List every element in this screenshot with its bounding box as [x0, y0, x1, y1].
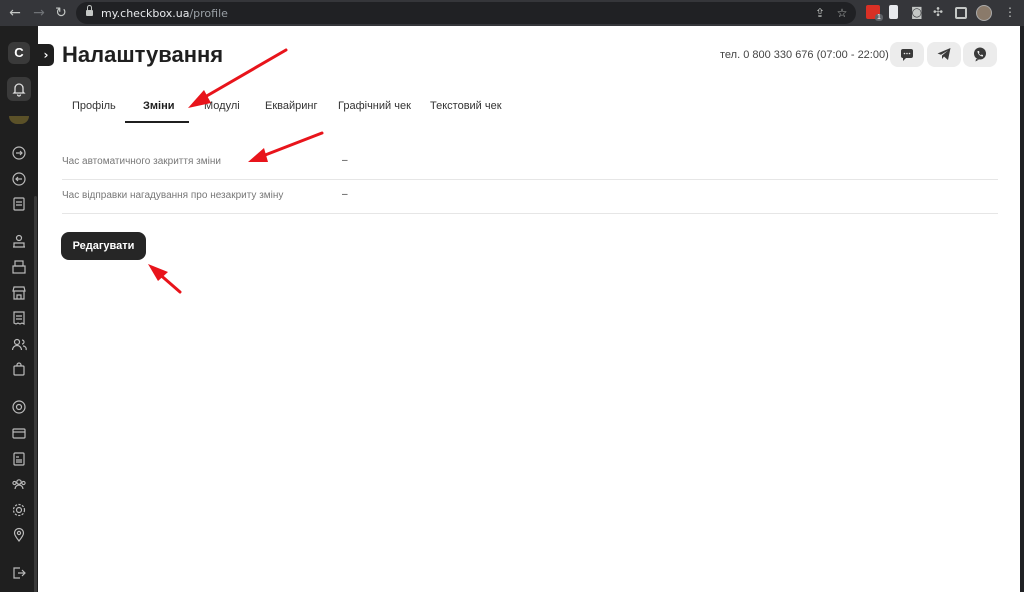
lock-icon: [86, 5, 93, 17]
browser-toolbar: ← → ↻ my.checkbox.ua/profile ⇪ ☆ 1 ◙ ✣ ⋮: [0, 0, 1024, 26]
chat-button[interactable]: [890, 42, 924, 67]
share-icon[interactable]: ⇪: [812, 5, 828, 21]
profile-avatar[interactable]: [976, 5, 992, 21]
tab-shifts[interactable]: Зміни: [143, 100, 175, 112]
login-icon[interactable]: [11, 145, 27, 161]
report-icon[interactable]: [11, 196, 27, 212]
page-title: Налаштування: [62, 42, 224, 67]
team-icon[interactable]: [11, 476, 27, 492]
camera-icon[interactable]: ◙: [911, 4, 923, 20]
coins-icon[interactable]: [11, 399, 27, 415]
settings-row: Час автоматичного закриття зміни –: [62, 146, 998, 180]
extension-badge: 1: [875, 14, 883, 21]
bookmark-star-icon[interactable]: ☆: [834, 5, 850, 21]
address-url[interactable]: my.checkbox.ua/profile: [101, 7, 228, 20]
main-content: › Налаштування тел. 0 800 330 676 (07:00…: [38, 26, 1020, 592]
puzzle-extensions-icon[interactable]: ✣: [933, 4, 943, 20]
setting-label: Час відправки нагадування про незакриту …: [62, 190, 284, 201]
tab-acquiring[interactable]: Еквайринг: [265, 100, 317, 112]
viber-button[interactable]: [963, 42, 997, 67]
active-tab-indicator: [125, 121, 189, 123]
chat-icon: [901, 49, 913, 61]
viber-icon: [974, 47, 986, 62]
bell-icon: [12, 83, 26, 97]
tab-profile[interactable]: Профіль: [72, 100, 116, 112]
edit-button[interactable]: Редагувати: [61, 232, 146, 260]
forward-icon[interactable]: →: [30, 4, 48, 22]
document-icon[interactable]: [11, 451, 27, 467]
support-phone: тел. 0 800 330 676 (07:00 - 22:00): [720, 49, 889, 61]
tab-modules[interactable]: Модулі: [204, 100, 240, 112]
notifications-button[interactable]: [7, 77, 31, 101]
telegram-button[interactable]: [927, 42, 961, 67]
setting-value: –: [342, 189, 348, 200]
cashier-icon[interactable]: [11, 233, 27, 249]
bag-icon[interactable]: [11, 361, 27, 377]
app-sidebar: C: [0, 26, 38, 592]
card-icon[interactable]: [11, 425, 27, 441]
setting-value: –: [342, 155, 348, 166]
users-icon[interactable]: [11, 336, 27, 352]
location-icon[interactable]: [11, 527, 27, 543]
settings-gear-icon[interactable]: [11, 502, 27, 518]
setting-label: Час автоматичного закриття зміни: [62, 156, 221, 167]
exit-icon[interactable]: [11, 565, 27, 581]
partial-badge-icon: [9, 116, 29, 124]
sidebar-toggle-chevron-icon[interactable]: ›: [38, 44, 54, 66]
store-icon[interactable]: [11, 285, 27, 301]
reload-icon[interactable]: ↻: [52, 4, 70, 22]
telegram-icon: [937, 48, 951, 60]
receipt-list-icon[interactable]: [11, 310, 27, 326]
address-bar[interactable]: my.checkbox.ua/profile ⇪ ☆: [76, 2, 856, 24]
url-path: /profile: [189, 7, 228, 20]
tab-text-receipt[interactable]: Текстовий чек: [430, 100, 502, 112]
menu-kebab-icon[interactable]: ⋮: [1004, 4, 1016, 20]
settings-row: Час відправки нагадування про незакриту …: [62, 180, 998, 214]
sidebar-scrollbar[interactable]: [34, 196, 37, 592]
back-icon[interactable]: ←: [6, 4, 24, 22]
tab-graphic-receipt[interactable]: Графічний чек: [338, 100, 411, 112]
url-host: my.checkbox.ua: [101, 7, 190, 20]
extension-doc-icon[interactable]: [889, 5, 898, 19]
logout-icon[interactable]: [11, 171, 27, 187]
checkbox-logo[interactable]: C: [8, 42, 30, 64]
side-panel-icon[interactable]: [955, 7, 967, 19]
cash-register-icon[interactable]: [11, 259, 27, 275]
